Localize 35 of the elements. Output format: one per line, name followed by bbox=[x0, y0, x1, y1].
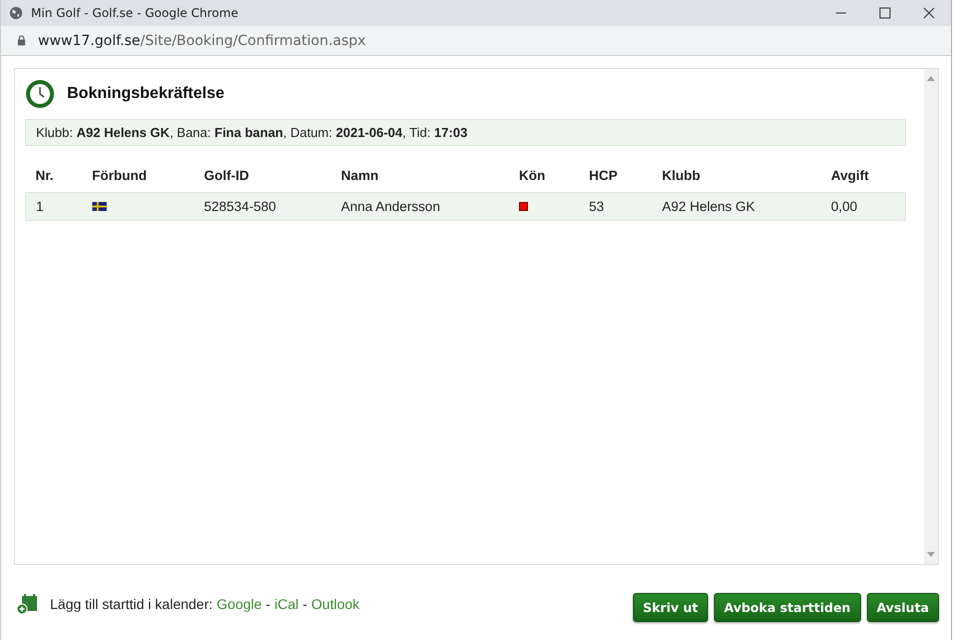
window-title: Min Golf - Golf.se - Google Chrome bbox=[31, 6, 240, 20]
clock-icon bbox=[25, 79, 55, 109]
column-header: Namn bbox=[341, 168, 379, 183]
column-header: Klubb bbox=[662, 168, 700, 183]
calendar-link[interactable]: Google bbox=[216, 596, 262, 612]
maximize-icon[interactable] bbox=[879, 7, 891, 19]
column-header: Förbund bbox=[92, 168, 147, 183]
column-header: HCP bbox=[589, 168, 618, 183]
action-button[interactable]: Avboka starttiden bbox=[714, 593, 861, 622]
globe-icon bbox=[9, 6, 23, 20]
calendar-link[interactable]: Outlook bbox=[311, 596, 360, 612]
column-header: Nr. bbox=[36, 168, 54, 183]
booking-info: Klubb: A92 Helens GK, Bana: Fina banan, Datum: 2021-06-04, Tid: 17:03 bbox=[25, 119, 906, 146]
table-cell: 0,00 bbox=[831, 199, 858, 214]
action-button[interactable]: Skriv ut bbox=[632, 593, 708, 622]
calendar-link[interactable]: iCal bbox=[274, 596, 299, 612]
page-heading: Bokningsbekräftelse bbox=[67, 85, 224, 103]
separator-text: - bbox=[302, 596, 308, 612]
table-cell: 1 bbox=[36, 199, 44, 214]
table-cell: 528534-580 bbox=[204, 199, 276, 214]
table-cell: A92 Helens GK bbox=[662, 199, 756, 214]
flag-icon bbox=[92, 202, 107, 211]
url-text[interactable]: www17.golf.se/Site/Booking/Confirmation.aspx bbox=[38, 32, 366, 48]
column-header: Avgift bbox=[831, 168, 869, 183]
calendar-add-icon bbox=[16, 592, 38, 614]
gender-icon bbox=[519, 202, 528, 211]
column-header: Golf-ID bbox=[204, 168, 249, 183]
column-header: Kön bbox=[519, 168, 546, 183]
separator-text: - bbox=[266, 596, 270, 612]
lock-icon bbox=[17, 35, 26, 46]
table-cell: Anna Andersson bbox=[341, 199, 440, 214]
action-button[interactable]: Avsluta bbox=[866, 593, 939, 622]
close-icon[interactable] bbox=[923, 7, 935, 19]
calendar-label: Lägg till starttid i kalender: bbox=[50, 596, 213, 612]
table-cell: 53 bbox=[589, 199, 604, 214]
